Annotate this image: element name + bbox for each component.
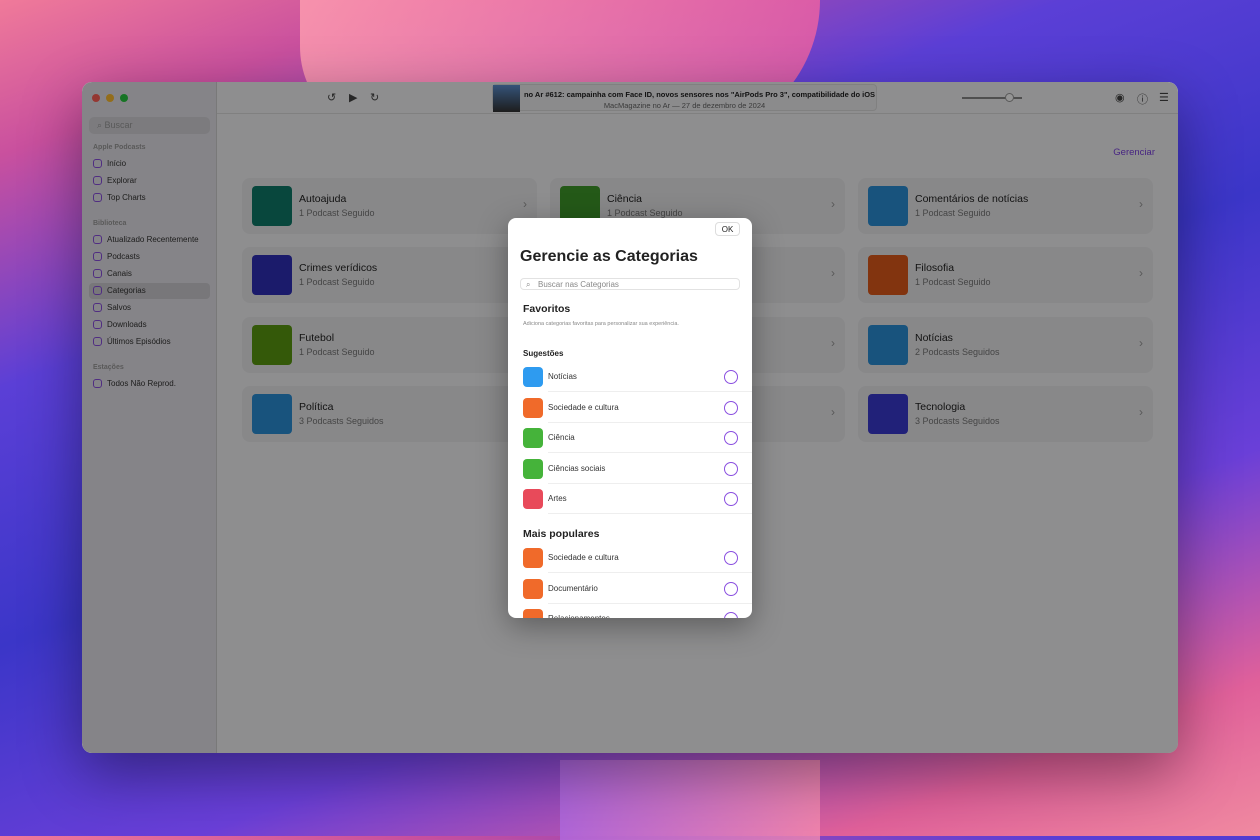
category-row[interactable]: Relacionamentos: [523, 604, 752, 618]
category-row[interactable]: Sociedade e cultura: [523, 393, 752, 423]
category-row[interactable]: Ciências sociais: [523, 454, 752, 484]
category-row[interactable]: Documentário: [523, 574, 752, 604]
ok-button[interactable]: OK: [715, 222, 740, 236]
favorites-description: Adiciona categorias favoritas para perso…: [523, 321, 679, 327]
popular-heading: Mais populares: [523, 528, 600, 540]
wallpaper: [560, 760, 820, 840]
category-row[interactable]: Notícias: [523, 362, 752, 392]
dialog-title: Gerencie as Categorias: [520, 248, 698, 265]
select-radio[interactable]: [724, 492, 738, 506]
select-radio[interactable]: [724, 612, 738, 618]
select-radio[interactable]: [724, 370, 738, 384]
search-icon: ⌕: [526, 280, 531, 289]
favorites-heading: Favoritos: [523, 303, 571, 315]
select-radio[interactable]: [724, 551, 738, 565]
category-icon: [523, 458, 543, 479]
select-radio[interactable]: [724, 461, 738, 476]
category-icon: [523, 428, 543, 448]
category-icon: [523, 367, 543, 387]
category-row[interactable]: Sociedade e cultura: [523, 543, 752, 573]
select-radio[interactable]: [724, 581, 738, 596]
category-icon: [523, 548, 543, 568]
select-radio[interactable]: [724, 400, 738, 415]
select-radio[interactable]: [724, 431, 738, 445]
category-icon: [523, 578, 543, 599]
category-icon: [523, 609, 543, 618]
category-icon: [523, 397, 543, 418]
category-row[interactable]: Ciência: [523, 423, 752, 453]
category-icon: [523, 489, 543, 509]
category-search-input[interactable]: ⌕ Buscar nas Categorias: [520, 278, 740, 290]
suggestions-heading: Sugestões: [523, 349, 564, 358]
manage-categories-dialog: OK Gerencie as Categorias ⌕ Buscar nas Ca…: [508, 218, 752, 618]
category-row[interactable]: Artes: [523, 484, 752, 514]
